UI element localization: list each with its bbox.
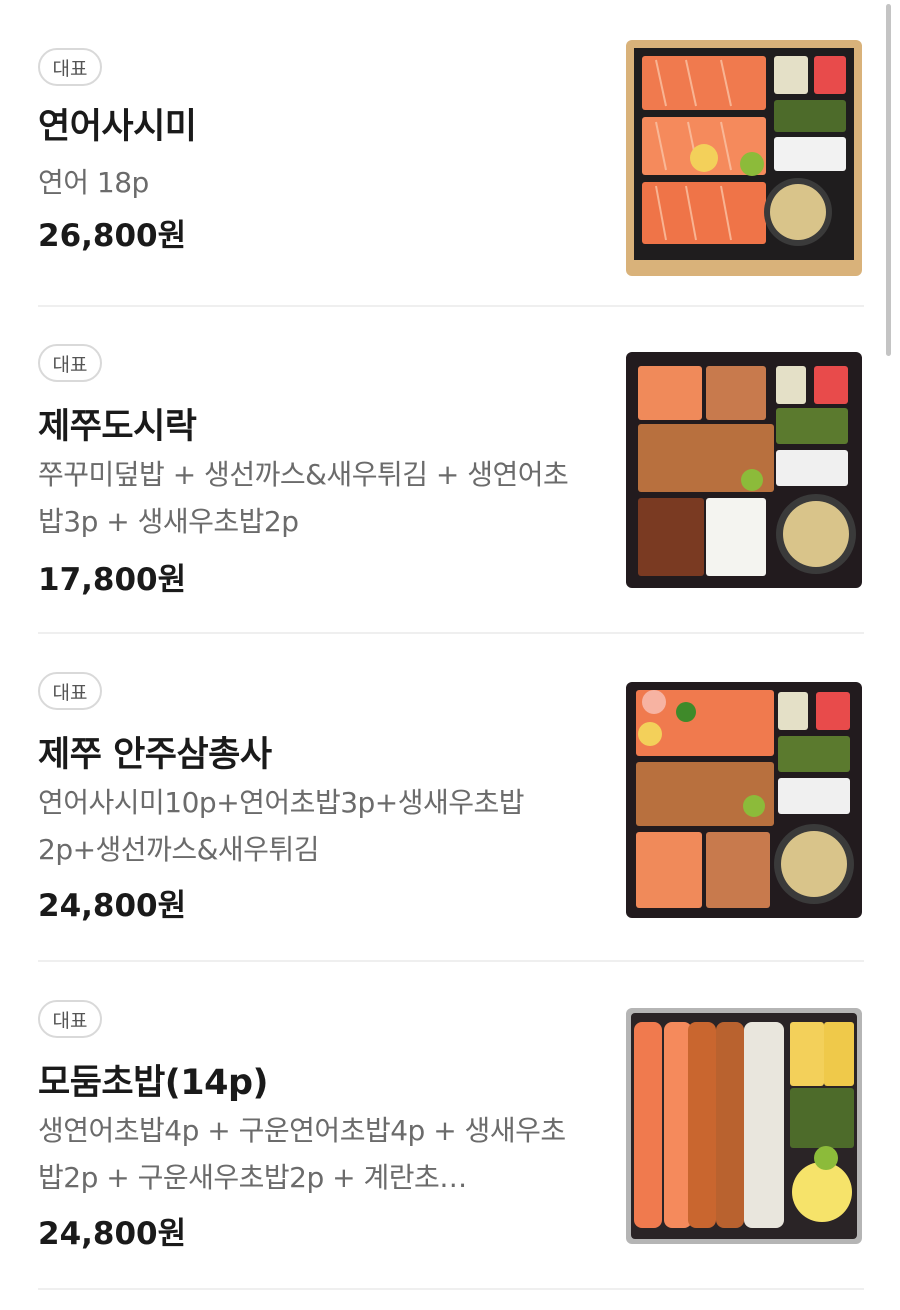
menu-item-description: 쭈꾸미덮밥 + 생선까스&새우튀김 + 생연어초밥3p + 생새우초밥2p <box>38 458 569 538</box>
menu-item-jejju-lunchbox[interactable]: 대표 제쭈도시락 쭈꾸미덮밥 + 생선까스&새우튀김 + 생연어초밥3p + 생… <box>38 344 864 604</box>
menu-item-name: 제쭈 안주삼총사 <box>38 735 272 775</box>
menu-list: 대표 연어사시미 연어 18p 26,800원 대표 제쭈도시락 쭈꾸미덮밥 +… <box>0 0 900 1310</box>
menu-item-name: 모둠초밥(14p) <box>38 1063 269 1103</box>
menu-item-price: 24,800원 <box>38 1216 187 1252</box>
menu-item-price: 17,800원 <box>38 562 187 598</box>
menu-item-price: 26,800원 <box>38 218 187 254</box>
menu-item-image[interactable] <box>626 682 862 918</box>
menu-item-description: 생연어초밥4p + 구운연어초밥4p + 생새우초밥2p + 구운새우초밥2p … <box>38 1114 566 1194</box>
menu-item-description: 연어 18p <box>38 166 149 199</box>
scrollbar[interactable] <box>886 4 891 356</box>
menu-item-salmon-sashimi[interactable]: 대표 연어사시미 연어 18p 26,800원 <box>38 40 864 278</box>
menu-item-price: 24,800원 <box>38 888 187 924</box>
menu-item-image[interactable] <box>626 352 862 588</box>
menu-divider <box>38 1288 864 1290</box>
menu-item-jejju-anju-trio[interactable]: 대표 제쭈 안주삼총사 연어사시미10p+연어초밥3p+생새우초밥2p+생선까스… <box>38 672 864 932</box>
menu-divider <box>38 632 864 634</box>
menu-item-name: 제쭈도시락 <box>38 407 197 447</box>
menu-divider <box>38 960 864 962</box>
menu-item-name: 연어사시미 <box>38 107 197 147</box>
representative-badge: 대표 <box>38 672 102 710</box>
menu-item-assorted-sushi[interactable]: 대표 모둠초밥(14p) 생연어초밥4p + 구운연어초밥4p + 생새우초밥2… <box>38 1000 864 1260</box>
menu-divider <box>38 305 864 307</box>
representative-badge: 대표 <box>38 344 102 382</box>
representative-badge: 대표 <box>38 48 102 86</box>
representative-badge: 대표 <box>38 1000 102 1038</box>
menu-item-image[interactable] <box>626 40 862 276</box>
menu-item-image[interactable] <box>626 1008 862 1244</box>
menu-item-description: 연어사시미10p+연어초밥3p+생새우초밥2p+생선까스&새우튀김 <box>38 786 525 866</box>
